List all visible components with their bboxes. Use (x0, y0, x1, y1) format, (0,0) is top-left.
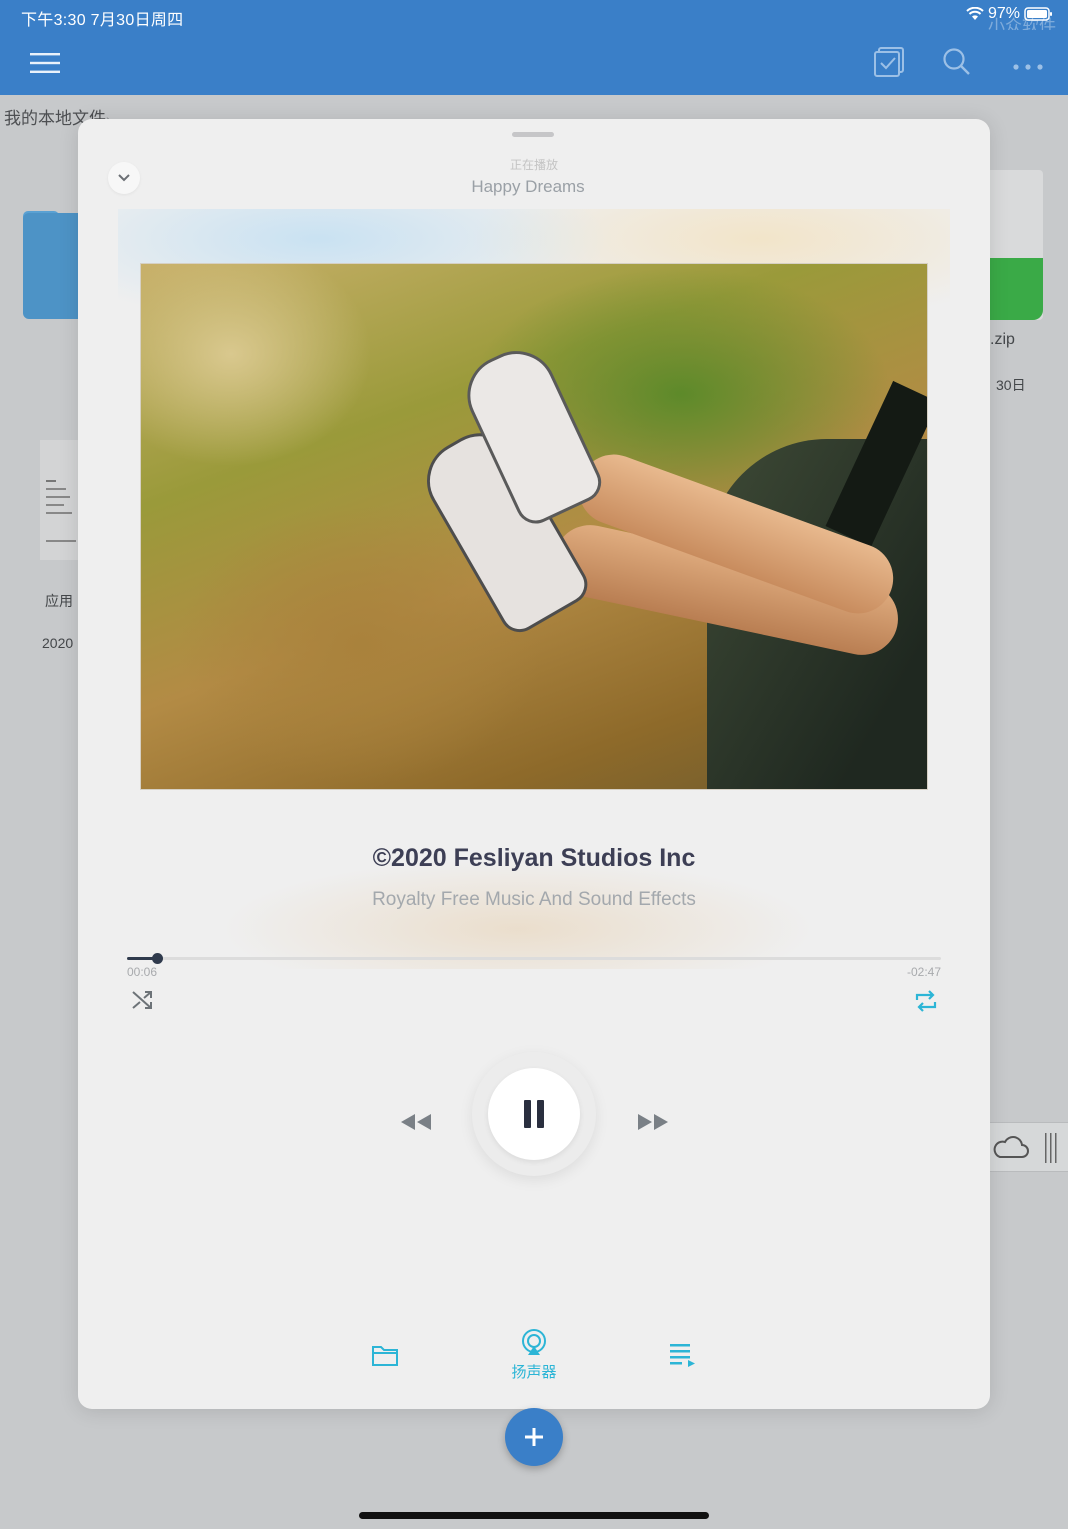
zip-meta: 30日 (996, 377, 1026, 393)
airplay-icon (522, 1329, 546, 1355)
sheet-grabber[interactable] (512, 132, 554, 137)
artist-name: ©2020 Fesliyan Studios Inc (372, 844, 696, 872)
fast-forward-icon[interactable] (636, 1112, 670, 1137)
search-icon[interactable] (942, 47, 972, 82)
plus-icon (525, 1428, 543, 1446)
track-title: Happy Dreams (471, 177, 585, 196)
grip-icon[interactable] (1043, 1133, 1059, 1163)
shuffle-icon[interactable] (130, 988, 154, 1017)
home-indicator[interactable] (359, 1512, 709, 1519)
rewind-icon[interactable] (399, 1112, 433, 1137)
hamburger-icon[interactable] (30, 52, 60, 79)
album-artwork (140, 263, 928, 790)
now-playing-label: 正在播放 (509, 158, 558, 172)
document-thumbnail[interactable] (40, 440, 80, 560)
item-meta: 2020 (42, 635, 74, 651)
pause-button[interactable] (472, 1052, 596, 1176)
progress-thumb[interactable] (152, 953, 164, 964)
wifi-icon (966, 7, 984, 21)
album-subtitle: Royalty Free Music And Sound Effects (372, 889, 696, 910)
pause-button-inner (488, 1068, 580, 1160)
checkbox-icon[interactable] (873, 46, 905, 83)
bottom-toolbar (985, 1122, 1068, 1172)
speaker-label: 扬声器 (511, 1364, 557, 1381)
pause-icon (524, 1100, 544, 1128)
progress-slider[interactable] (127, 953, 941, 964)
files-button[interactable] (371, 1343, 399, 1367)
item-label: 应用 (45, 593, 73, 609)
speaker-button[interactable]: 扬声器 (498, 1329, 570, 1382)
repeat-icon[interactable] (913, 988, 939, 1019)
time-elapsed: 00:06 (127, 965, 158, 979)
add-button[interactable] (505, 1408, 563, 1466)
cloud-icon[interactable] (990, 1133, 1030, 1161)
app-bar (0, 30, 1068, 95)
folder-icon (372, 1346, 398, 1366)
queue-button[interactable] (668, 1341, 698, 1369)
zip-label: .zip (990, 331, 1015, 348)
status-time: 下午3:30 7月30日周四 (21, 12, 184, 29)
more-icon[interactable] (1012, 58, 1044, 76)
now-playing-sheet: 正在播放 Happy Dreams ©2020 Fesliyan Studios… (78, 119, 990, 1409)
playlist-icon (670, 1344, 695, 1367)
time-remaining: -02:47 (906, 965, 941, 979)
status-bar: 下午3:30 7月30日周四 97% 小众软件 (0, 0, 1068, 36)
